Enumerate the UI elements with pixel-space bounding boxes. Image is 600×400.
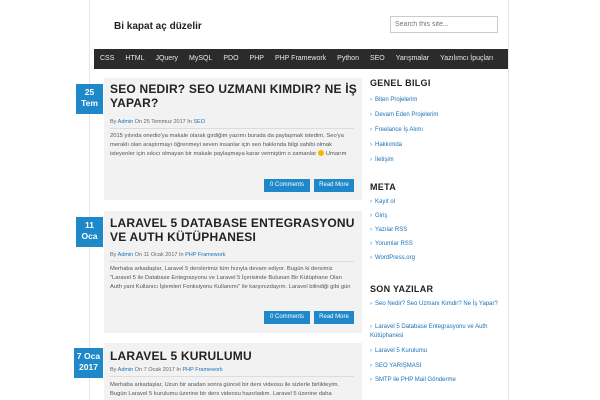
sidebar-link[interactable]: › Freelance İş Alımı xyxy=(370,126,502,135)
meta-date: On 11 Ocak 2017 In xyxy=(134,252,184,258)
nav-item-php-framework[interactable]: PHP Framework xyxy=(275,49,326,69)
meta-by: By xyxy=(110,119,117,125)
nav-item-css[interactable]: CSS xyxy=(100,49,114,69)
arrow-right-icon: › xyxy=(370,127,372,133)
post-date-day: 25 xyxy=(84,87,95,97)
meta-date: On 25 Temmuz 2017 In xyxy=(134,119,192,125)
arrow-right-icon: › xyxy=(370,112,372,118)
sidebar-link[interactable]: › Giriş xyxy=(370,212,502,221)
meta-author-link[interactable]: Admin xyxy=(118,252,134,258)
post-date-day: 11 xyxy=(85,220,94,230)
nav-item-yazilimci-ipuclari[interactable]: Yazılımcı İpuçları xyxy=(440,49,493,69)
arrow-right-icon: › xyxy=(370,324,372,330)
post-title[interactable]: Laravel 5 Kurulumu xyxy=(110,349,358,363)
nav-item-seo[interactable]: SEO xyxy=(370,49,385,69)
nav-item-html[interactable]: HTML xyxy=(125,49,144,69)
post-excerpt: 2015 yılında onedio'ya makale olarak gir… xyxy=(110,132,354,159)
post-divider xyxy=(110,128,354,129)
post-meta: By Admin On 7 Ocak 2017 In PHP Framework xyxy=(110,367,223,373)
post-divider xyxy=(110,376,354,377)
widget-title-meta: META xyxy=(370,182,397,192)
excerpt-text: 2015 yılında onedio'ya makale olarak gir… xyxy=(110,133,344,157)
post-excerpt: Merhaba arkadaşlar, Laravel 5 derslerimi… xyxy=(110,266,351,290)
sidebar-link[interactable]: › SEO YARIŞMASI xyxy=(370,362,502,371)
read-more-button[interactable]: Read More xyxy=(314,311,354,324)
arrow-right-icon: › xyxy=(370,97,372,103)
arrow-right-icon: › xyxy=(370,363,372,369)
meta-category-link[interactable]: PHP Framework xyxy=(182,367,222,373)
sidebar-link[interactable]: › Biten Projelerim xyxy=(370,96,502,105)
meta-category-link[interactable]: SEO xyxy=(193,119,205,125)
post-meta: By Admin On 11 Ocak 2017 In PHP Framewor… xyxy=(110,252,225,258)
arrow-right-icon: › xyxy=(370,142,372,148)
meta-category-link[interactable]: PHP Framework xyxy=(185,252,225,258)
post-meta: By Admin On 25 Temmuz 2017 In SEO xyxy=(110,119,205,125)
post-date-badge: 7 Oca 2017 xyxy=(74,348,103,378)
meta-by: By xyxy=(110,252,117,258)
post-card: Laravel 5 Kurulumu By Admin On 7 Ocak 20… xyxy=(104,343,362,400)
arrow-right-icon: › xyxy=(370,301,372,307)
sidebar-link[interactable]: › WordPress.org xyxy=(370,254,502,263)
post-date-badge: 11 Oca xyxy=(76,217,103,247)
arrow-right-icon: › xyxy=(370,348,372,354)
widget-title-son-yazilar: SON YAZILAR xyxy=(370,284,434,294)
sidebar-link[interactable]: › Devam Eden Projelerim xyxy=(370,111,502,120)
excerpt-end: Umarım xyxy=(325,151,347,157)
meta-by: By xyxy=(110,367,117,373)
post-excerpt: Merhaba arkadaşlar, Uzun bir aradan sonr… xyxy=(110,382,340,397)
post-date-badge: 25 Tem xyxy=(76,84,103,114)
arrow-right-icon: › xyxy=(370,157,372,163)
sidebar-link[interactable]: › Laravel 5 Database Entegrasyonu ve Auth… xyxy=(370,323,502,341)
post-divider xyxy=(110,261,354,262)
comments-button[interactable]: 0 Comments xyxy=(264,179,310,192)
nav-item-php[interactable]: PHP xyxy=(250,49,264,69)
arrow-right-icon: › xyxy=(370,227,372,233)
search-input[interactable] xyxy=(390,16,498,33)
sidebar-link[interactable]: › İletişim xyxy=(370,156,502,165)
nav-item-python[interactable]: Python xyxy=(337,49,359,69)
sidebar-link[interactable]: › Seo Nedir? Seo Uzmanı Kimdir? Ne İş Yap… xyxy=(370,300,502,309)
sidebar-link[interactable]: › Yorumlar RSS xyxy=(370,240,502,249)
nav-item-mysql[interactable]: MySQL xyxy=(189,49,212,69)
meta-author-link[interactable]: Admin xyxy=(118,367,134,373)
nav-item-yarismalar[interactable]: Yarışmalar xyxy=(396,49,429,69)
comments-button[interactable]: 0 Comments xyxy=(264,311,310,324)
post-title[interactable]: Laravel 5 Database Entegrasyonu ve Auth … xyxy=(110,216,362,244)
post-card: Seo Nedir? Seo Uzmanı Kimdir? Ne İş Yapa… xyxy=(104,78,362,200)
post-date-day: 7 Oca xyxy=(76,351,101,361)
post-date-month: Oca xyxy=(81,231,98,241)
widget-title-genel-bilgi: GENEL BILGI xyxy=(370,78,431,88)
nav-item-jquery[interactable]: JQuery xyxy=(155,49,178,69)
smile-emoji-icon xyxy=(317,150,324,157)
page-edge-left xyxy=(89,0,90,400)
sidebar-link[interactable]: › Yazılar RSS xyxy=(370,226,502,235)
arrow-right-icon: › xyxy=(370,213,372,219)
nav-item-pdo[interactable]: PDO xyxy=(223,49,238,69)
page-edge-right xyxy=(508,0,509,400)
arrow-right-icon: › xyxy=(370,241,372,247)
sidebar-link[interactable]: › SMTP ile PHP Mail Gönderme xyxy=(370,376,502,385)
main-nav: CSS HTML JQuery MySQL PDO PHP PHP Framew… xyxy=(94,49,508,69)
arrow-right-icon: › xyxy=(370,377,372,383)
post-card: Laravel 5 Database Entegrasyonu ve Auth … xyxy=(104,211,362,333)
arrow-right-icon: › xyxy=(370,255,372,261)
site-title[interactable]: Bi kapat aç düzelir xyxy=(114,21,202,32)
arrow-right-icon: › xyxy=(370,199,372,205)
sidebar-link[interactable]: › Kayıt ol xyxy=(370,198,502,207)
meta-author-link[interactable]: Admin xyxy=(118,119,134,125)
sidebar-link[interactable]: › Hakkımda xyxy=(370,141,502,150)
read-more-button[interactable]: Read More xyxy=(314,179,354,192)
post-date-month: 2017 xyxy=(79,362,98,372)
post-date-month: Tem xyxy=(81,98,98,108)
post-title[interactable]: Seo Nedir? Seo Uzmanı Kimdir? Ne İş Yapa… xyxy=(110,82,358,110)
sidebar-link[interactable]: › Laravel 5 Kurulumu xyxy=(370,347,502,356)
meta-date: On 7 Ocak 2017 In xyxy=(134,367,181,373)
